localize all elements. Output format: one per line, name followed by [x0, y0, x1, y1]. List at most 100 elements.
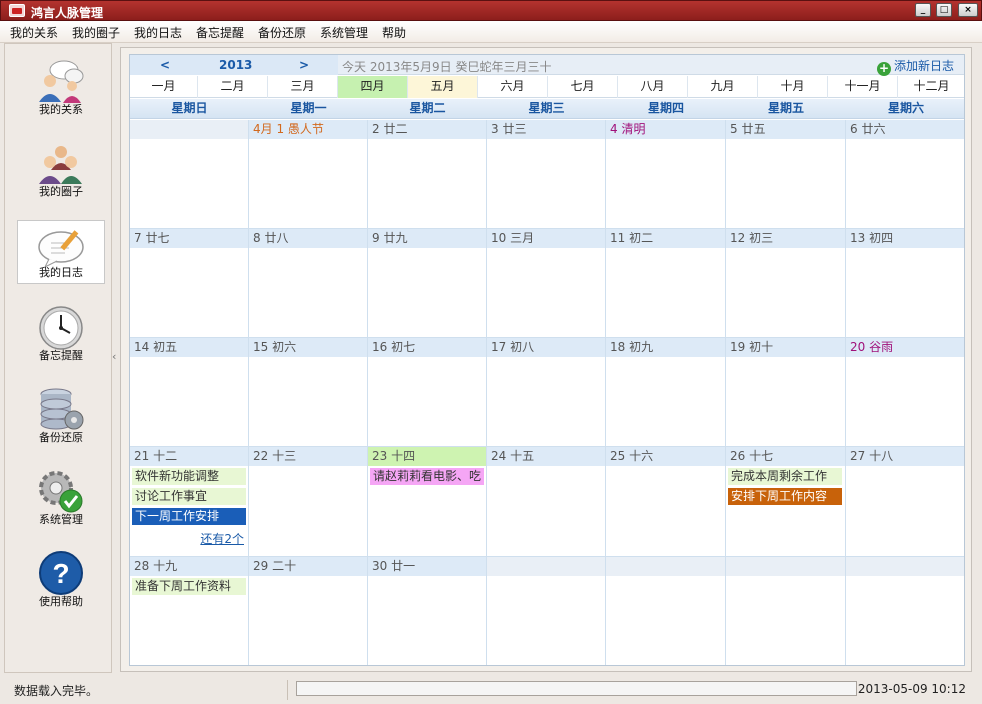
day-cell[interactable]: [726, 557, 846, 665]
day-cell[interactable]: 25 十六: [606, 447, 726, 557]
day-header: 24 十五: [487, 447, 605, 466]
menu-backup[interactable]: 备份还原: [258, 24, 306, 41]
sidebar-item-relations[interactable]: 我的关系: [17, 56, 105, 120]
day-header: 28 十九: [130, 557, 248, 576]
day-cell[interactable]: 13 初四: [846, 229, 964, 338]
day-cell[interactable]: 4 清明: [606, 120, 726, 229]
app-logo-icon: [9, 4, 25, 17]
day-cell[interactable]: 5 廿五: [726, 120, 846, 229]
sidebar-item-label: 系统管理: [39, 513, 83, 526]
day-cell[interactable]: 15 初六: [249, 338, 368, 447]
calendar-event[interactable]: 软件新功能调整: [132, 468, 246, 485]
day-header: 27 十八: [846, 447, 964, 466]
menu-bar: 我的关系 我的圈子 我的日志 备忘提醒 备份还原 系统管理 帮助: [0, 21, 982, 43]
day-cell[interactable]: 3 廿三: [487, 120, 606, 229]
day-header: 2 廿二: [368, 120, 486, 139]
day-cell[interactable]: 27 十八: [846, 447, 964, 557]
day-cell[interactable]: [606, 557, 726, 665]
menu-my-circles[interactable]: 我的圈子: [72, 24, 120, 41]
menu-help[interactable]: 帮助: [382, 24, 406, 41]
weekday-header: 星期日 星期一 星期二 星期三 星期四 星期五 星期六: [130, 99, 964, 119]
month-tab[interactable]: 七月: [548, 76, 618, 98]
title-bar: 鸿言人脉管理 _ □ ×: [0, 0, 982, 21]
weekday-label: 星期日: [171, 101, 208, 115]
menu-reminders[interactable]: 备忘提醒: [196, 24, 244, 41]
menu-system[interactable]: 系统管理: [320, 24, 368, 41]
day-cell[interactable]: 22 十三: [249, 447, 368, 557]
day-cell[interactable]: 30 廿一: [368, 557, 487, 665]
year-nav: < 2013 >: [130, 55, 338, 75]
month-tab[interactable]: 八月: [618, 76, 688, 98]
day-header: 11 初二: [606, 229, 725, 248]
day-cell[interactable]: 29 二十: [249, 557, 368, 665]
month-tab[interactable]: 五月: [408, 76, 478, 98]
month-tab[interactable]: 六月: [478, 76, 548, 98]
sidebar-item-diary[interactable]: 我的日志: [17, 220, 105, 284]
sidebar-item-label: 我的关系: [39, 103, 83, 116]
day-cell[interactable]: 11 初二: [606, 229, 726, 338]
day-cell[interactable]: [130, 120, 249, 229]
add-log-button[interactable]: + 添加新日志: [876, 57, 954, 76]
calendar: < 2013 > 今天 2013年5月9日 癸巳蛇年三月三十 + 添加新日志 一月…: [129, 54, 965, 666]
day-cell[interactable]: 24 十五: [487, 447, 606, 557]
calendar-event[interactable]: 下一周工作安排: [132, 508, 246, 525]
sidebar-collapse-icon[interactable]: ‹: [112, 350, 116, 363]
day-cell[interactable]: 9 廿九: [368, 229, 487, 338]
sidebar-item-help[interactable]: ? 使用帮助: [17, 548, 105, 612]
month-tab[interactable]: 十二月: [898, 76, 964, 98]
next-year-button[interactable]: >: [299, 58, 309, 72]
calendar-event[interactable]: 讨论工作事宜: [132, 488, 246, 505]
day-cell[interactable]: 19 初十: [726, 338, 846, 447]
close-button[interactable]: ×: [958, 3, 978, 17]
sidebar-item-circles[interactable]: 我的圈子: [17, 138, 105, 202]
sidebar-item-reminders[interactable]: 备忘提醒: [17, 302, 105, 366]
svg-text:?: ?: [52, 558, 69, 589]
sidebar-item-label: 我的日志: [39, 266, 83, 279]
progress-bar: [296, 681, 857, 696]
day-cell[interactable]: 28 十九准备下周工作资料: [130, 557, 249, 665]
calendar-event[interactable]: 请赵莉莉看电影、吃: [370, 468, 484, 485]
day-cell[interactable]: 20 谷雨: [846, 338, 964, 447]
day-cell[interactable]: 14 初五: [130, 338, 249, 447]
day-cell[interactable]: 18 初九: [606, 338, 726, 447]
month-tab[interactable]: 九月: [688, 76, 758, 98]
day-cell[interactable]: 26 十七 完成本周剩余工作 安排下周工作内容: [726, 447, 846, 557]
day-cell[interactable]: 2 廿二: [368, 120, 487, 229]
day-header: 10 三月: [487, 229, 605, 248]
day-cell[interactable]: 6 廿六: [846, 120, 964, 229]
calendar-event[interactable]: 准备下周工作资料: [132, 578, 246, 595]
month-tab[interactable]: 四月: [338, 76, 408, 98]
day-cell[interactable]: 10 三月: [487, 229, 606, 338]
month-tab[interactable]: 二月: [198, 76, 268, 98]
diary-icon: [38, 230, 84, 269]
add-log-label: 添加新日志: [893, 59, 954, 73]
calendar-event[interactable]: 完成本周剩余工作: [728, 468, 842, 485]
day-cell[interactable]: 12 初三: [726, 229, 846, 338]
day-cell[interactable]: 17 初八: [487, 338, 606, 447]
sidebar-item-backup[interactable]: 备份还原: [17, 384, 105, 448]
day-cell[interactable]: [487, 557, 606, 665]
day-header: 16 初七: [368, 338, 486, 357]
minimize-button[interactable]: _: [915, 3, 931, 17]
month-tab[interactable]: 一月: [130, 76, 198, 98]
month-tab[interactable]: 十一月: [828, 76, 898, 98]
calendar-event[interactable]: 安排下周工作内容: [728, 488, 842, 505]
maximize-button[interactable]: □: [936, 3, 952, 17]
prev-year-button[interactable]: <: [160, 58, 170, 72]
day-cell[interactable]: 21 十二 软件新功能调整 讨论工作事宜 下一周工作安排 还有2个: [130, 447, 249, 557]
calendar-grid: 4月 1 愚人节 2 廿二 3 廿三 4 清明 5 廿五 6 廿六 7 廿七 8 廿八 9 廿九…: [130, 120, 964, 665]
menu-my-relations[interactable]: 我的关系: [10, 24, 58, 41]
month-tab[interactable]: 十月: [758, 76, 828, 98]
day-header: 22 十三: [249, 447, 367, 466]
day-cell[interactable]: 4月 1 愚人节: [249, 120, 368, 229]
day-cell[interactable]: [846, 557, 964, 665]
more-events-link[interactable]: 还有2个: [200, 530, 244, 547]
day-cell[interactable]: 23 十四 请赵莉莉看电影、吃: [368, 447, 487, 557]
day-cell[interactable]: 7 廿七: [130, 229, 249, 338]
day-cell[interactable]: 8 廿八: [249, 229, 368, 338]
sidebar-item-system[interactable]: 系统管理: [17, 466, 105, 530]
month-tab[interactable]: 三月: [268, 76, 338, 98]
day-cell[interactable]: 16 初七: [368, 338, 487, 447]
menu-my-diary[interactable]: 我的日志: [134, 24, 182, 41]
day-header: 5 廿五: [726, 120, 845, 139]
